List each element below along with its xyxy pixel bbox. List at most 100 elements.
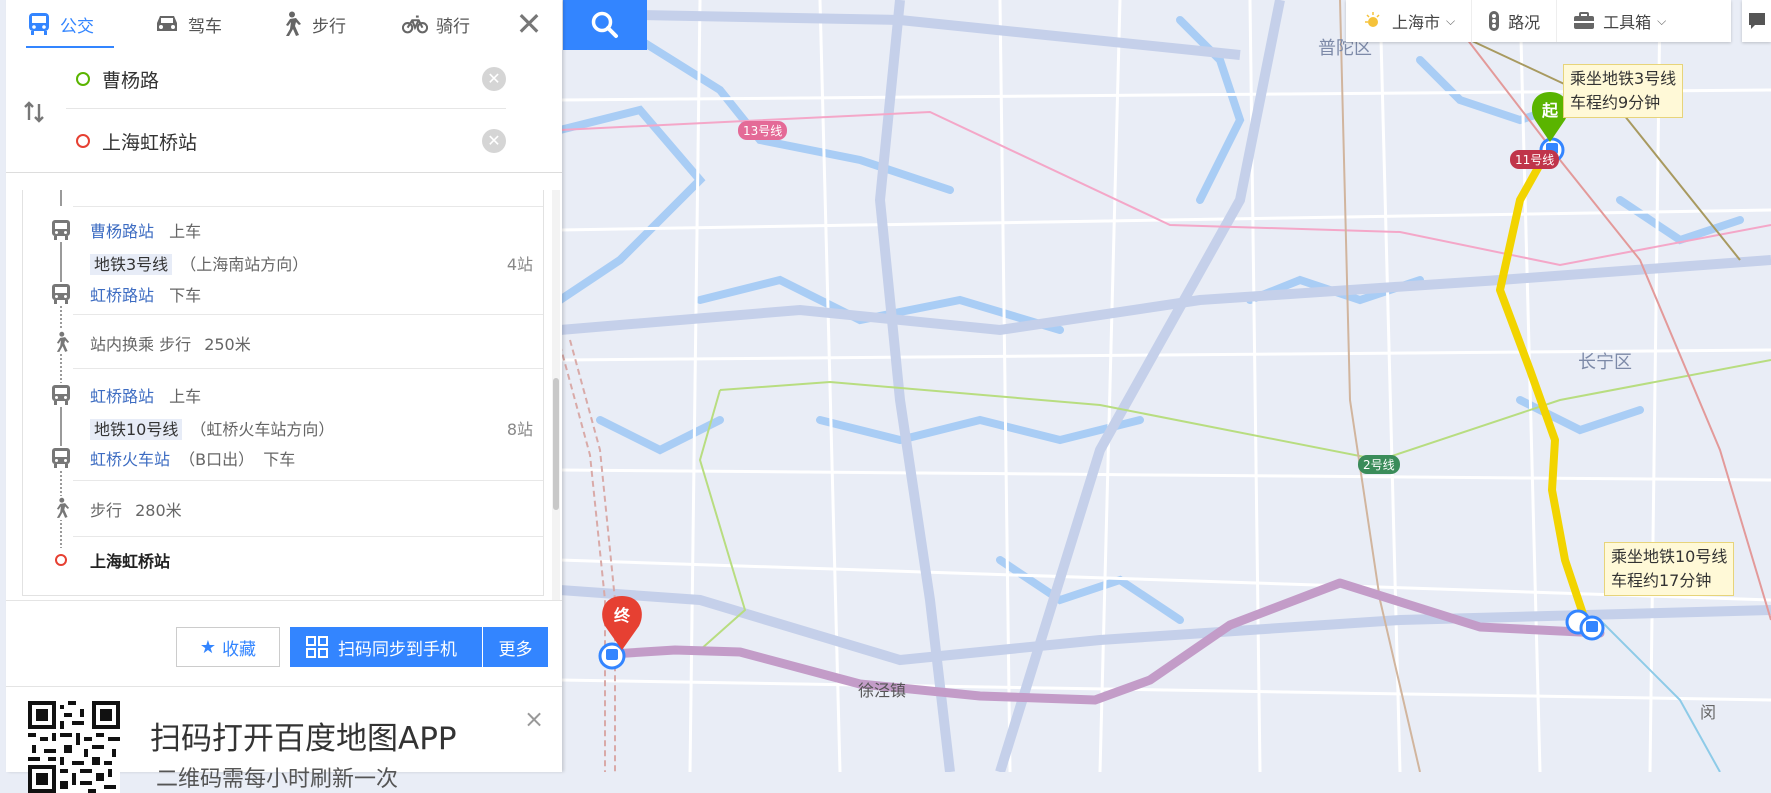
route-tip-line3: 乘坐地铁3号线 车程约9分钟 xyxy=(1563,64,1684,118)
app-promo-banner: 扫码打开百度地图APP 二维码需每小时刷新一次 × xyxy=(6,686,562,793)
chat-icon xyxy=(1748,13,1765,29)
feedback-button[interactable] xyxy=(1742,0,1771,42)
metro-line-tag[interactable]: 地铁10号线 xyxy=(90,419,183,440)
walk-icon xyxy=(49,330,73,354)
metro-tag-11: 11号线 xyxy=(1510,150,1560,169)
sync-label: 扫码同步到手机 xyxy=(338,639,457,660)
origin-dot-icon xyxy=(76,72,90,86)
traffic-label: 路况 xyxy=(1508,13,1541,32)
transfer-text: 站内换乘 步行 xyxy=(90,335,192,354)
tip-line10-title: 乘坐地铁10号线 xyxy=(1611,547,1728,566)
favorite-button[interactable]: ★ 收藏 xyxy=(176,627,280,667)
qr-code-icon xyxy=(306,636,328,658)
search-icon xyxy=(591,11,618,38)
bus-stop-icon xyxy=(49,446,73,470)
qr-code-image xyxy=(28,701,120,793)
exit-info: （B口出） xyxy=(179,450,255,469)
step-connector xyxy=(60,190,62,206)
top-toolbar: 上海市 ⌵ 路况 工具箱 ⌵ xyxy=(1346,0,1731,42)
tab-walk-label: 步行 xyxy=(312,16,346,37)
bus-stop-icon xyxy=(49,282,73,306)
board-action: 上车 xyxy=(169,387,202,406)
tab-bus-label: 公交 xyxy=(60,16,94,37)
metro-line-tag[interactable]: 地铁3号线 xyxy=(90,254,173,275)
weather-icon xyxy=(1362,10,1384,32)
station-link[interactable]: 曹杨路站 xyxy=(90,222,154,241)
route-tip-line10: 乘坐地铁10号线 车程约17分钟 xyxy=(1604,542,1735,596)
promo-close-icon[interactable]: × xyxy=(524,705,544,733)
scrollbar-thumb[interactable] xyxy=(553,378,559,510)
alight-step-1: 虹桥路站 下车 xyxy=(90,282,201,306)
destination-input[interactable]: 上海虹桥站 xyxy=(102,128,482,155)
station-link[interactable]: 虹桥路站 xyxy=(90,286,154,305)
line-step-2: 地铁10号线 （虹桥火车站方向） xyxy=(90,416,334,440)
toolbox-menu[interactable]: 工具箱 ⌵ xyxy=(1557,0,1682,42)
step-divider xyxy=(73,480,543,481)
tab-bus[interactable]: 公交 xyxy=(26,0,114,49)
station-link[interactable]: 虹桥路站 xyxy=(90,387,154,406)
route-panel: 公交 驾车 步行 骑行 ✕ 曹杨路 ✕ 上海虹桥站 ✕ 曹杨路站 上车 地铁3号… xyxy=(6,0,562,793)
stop-count: 4站 xyxy=(506,255,533,274)
walk-icon xyxy=(49,496,73,520)
toolbox-label: 工具箱 xyxy=(1603,13,1652,32)
origin-field[interactable]: 曹杨路 ✕ xyxy=(66,50,506,109)
walk-step: 步行 280米 xyxy=(90,497,182,521)
step-divider xyxy=(73,368,543,369)
promo-subtitle: 二维码需每小时刷新一次 xyxy=(156,767,399,792)
end-pin-label: 终 xyxy=(614,606,631,625)
transfer-step: 站内换乘 步行 250米 xyxy=(90,331,251,355)
more-button[interactable]: 更多 xyxy=(482,627,548,667)
board-step-1: 曹杨路站 上车 xyxy=(90,218,201,242)
sync-to-phone-button[interactable]: 扫码同步到手机 xyxy=(290,627,482,667)
swap-icon[interactable] xyxy=(22,100,46,124)
close-icon[interactable]: ✕ xyxy=(512,7,546,41)
origin-input[interactable]: 曹杨路 xyxy=(102,66,482,93)
final-destination: 上海虹桥站 xyxy=(90,552,171,571)
tab-drive-label: 驾车 xyxy=(188,16,222,37)
tab-bike-label: 骑行 xyxy=(436,16,470,37)
action-bar: ★ 收藏 扫码同步到手机 更多 xyxy=(6,600,562,687)
toolbox-icon xyxy=(1573,12,1595,30)
step-divider xyxy=(73,536,543,537)
destination-field[interactable]: 上海虹桥站 ✕ xyxy=(66,112,506,170)
clear-origin-icon[interactable]: ✕ xyxy=(482,67,506,91)
chevron-down-icon: ⌵ xyxy=(1657,13,1667,28)
walk-distance: 280米 xyxy=(135,501,182,520)
destination-dot-icon xyxy=(76,134,90,148)
star-icon: ★ xyxy=(199,636,217,658)
bus-icon xyxy=(26,11,52,37)
city-selector[interactable]: 上海市 ⌵ xyxy=(1346,0,1473,42)
alight-step-2: 虹桥火车站 （B口出） 下车 xyxy=(90,446,295,470)
traffic-toggle[interactable]: 路况 xyxy=(1472,0,1558,42)
search-button[interactable] xyxy=(563,0,647,50)
road-label: 徐泾镇 xyxy=(858,681,907,700)
tip-line3-duration: 车程约9分钟 xyxy=(1570,93,1661,112)
metro-tag-2: 2号线 xyxy=(1358,455,1400,474)
tab-walk[interactable]: 步行 xyxy=(278,0,346,48)
bus-stop-icon xyxy=(49,218,73,242)
chevron-down-icon: ⌵ xyxy=(1446,13,1456,28)
stop-count: 8站 xyxy=(506,420,533,439)
start-pin-label: 起 xyxy=(1541,101,1559,120)
tab-drive[interactable]: 驾车 xyxy=(154,0,222,48)
clear-destination-icon[interactable]: ✕ xyxy=(482,129,506,153)
promo-title: 扫码打开百度地图APP xyxy=(150,721,457,757)
car-icon xyxy=(154,11,180,37)
tab-bike[interactable]: 骑行 xyxy=(402,0,470,48)
tip-line10-duration: 车程约17分钟 xyxy=(1611,571,1712,590)
alight-action: 下车 xyxy=(263,450,296,469)
favorite-label: 收藏 xyxy=(222,639,257,660)
station-link[interactable]: 虹桥火车站 xyxy=(90,450,170,469)
board-action: 上车 xyxy=(169,222,202,241)
board-step-2: 虹桥路站 上车 xyxy=(90,383,201,407)
bicycle-icon xyxy=(402,11,428,37)
transfer-distance: 250米 xyxy=(204,335,251,354)
walk-icon xyxy=(278,11,304,37)
line-direction: （虹桥火车站方向） xyxy=(190,420,335,439)
route-steps: 曹杨路站 上车 地铁3号线 （上海南站方向） 4站 虹桥路站 下车 站内换乘 步行… xyxy=(22,190,544,596)
steps-scrollbar[interactable] xyxy=(552,190,560,600)
metro-tag-13: 13号线 xyxy=(738,121,788,140)
alight-action: 下车 xyxy=(169,286,202,305)
destination-dot-icon xyxy=(49,548,73,572)
walk-text: 步行 xyxy=(90,501,123,520)
